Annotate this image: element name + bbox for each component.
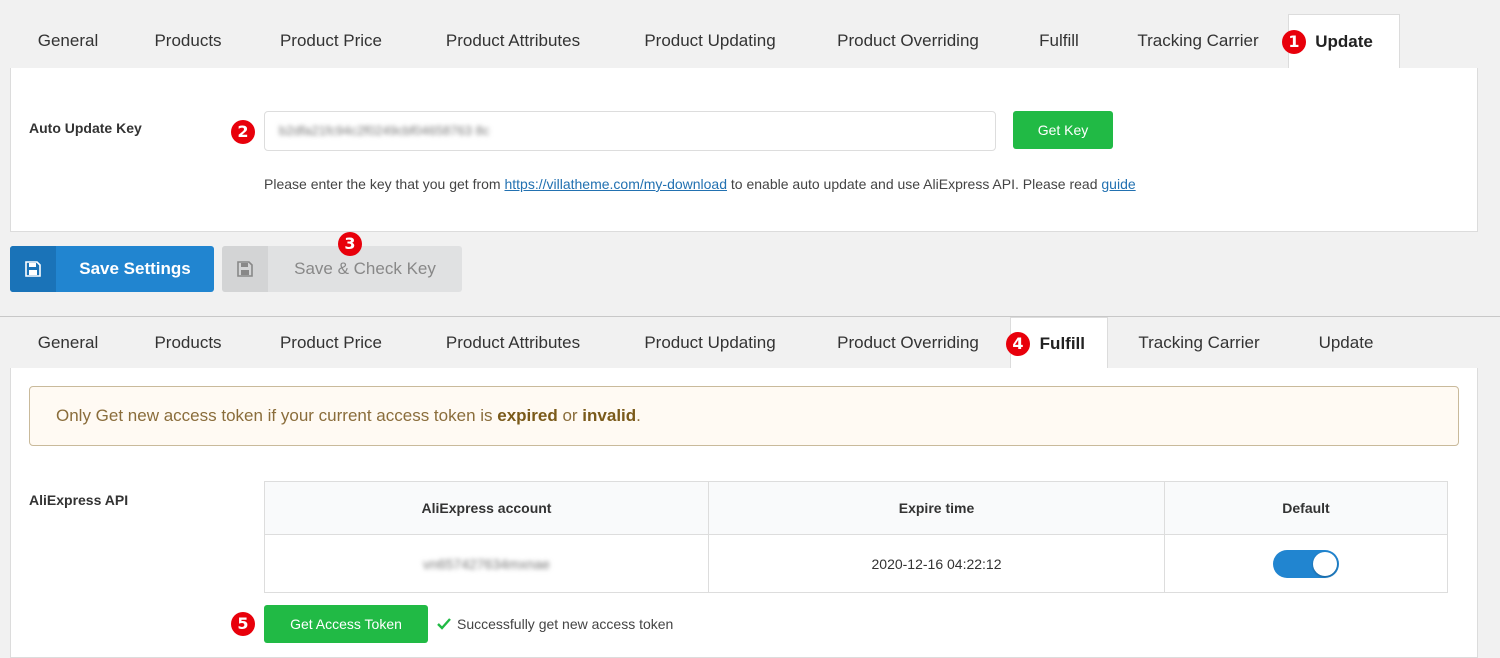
tab-tracking-carrier[interactable]: Tracking Carrier: [1124, 14, 1272, 68]
account-value: vn657427634mxnae: [423, 555, 550, 572]
get-key-button[interactable]: Get Key: [1013, 111, 1113, 149]
token-success-message: Successfully get new access token: [437, 616, 673, 632]
auto-update-key-input[interactable]: b2dfa21fc94c2f0249cbf04658763 8c: [264, 111, 996, 151]
save-settings-label: Save Settings: [79, 259, 191, 278]
update-settings-panel: General Products Product Price Product A…: [0, 0, 1500, 316]
aliexpress-api-table: AliExpress account Expire time Default v…: [264, 481, 1448, 593]
tab-product-attributes[interactable]: Product Attributes: [428, 317, 598, 368]
update-settings-card: Auto Update Key 2 b2dfa21fc94c2f0249cbf0…: [10, 68, 1478, 232]
table-header-row: AliExpress account Expire time Default: [264, 481, 1448, 535]
notice-text-start: Only Get new access token if your curren…: [56, 406, 498, 425]
tab-product-attributes[interactable]: Product Attributes: [428, 14, 598, 68]
save-disk-icon: [222, 246, 268, 292]
tab-general[interactable]: General: [26, 14, 110, 68]
tab-general[interactable]: General: [26, 317, 110, 368]
tab-product-overriding[interactable]: Product Overriding: [820, 14, 996, 68]
toggle-knob: [1313, 551, 1337, 576]
column-header-expire: Expire time: [708, 481, 1165, 535]
fulfill-settings-card: Only Get new access token if your curren…: [10, 368, 1478, 658]
success-text: Successfully get new access token: [457, 616, 674, 632]
table-row: vn657427634mxnae 2020-12-16 04:22:12: [264, 534, 1448, 593]
tab-product-price[interactable]: Product Price: [266, 317, 396, 368]
villatheme-download-link[interactable]: https://villatheme.com/my-download: [504, 176, 727, 192]
save-settings-button[interactable]: Save Settings: [10, 246, 214, 292]
tab-product-overriding[interactable]: Product Overriding: [820, 317, 996, 368]
notice-invalid: invalid: [582, 406, 637, 425]
aliexpress-api-label: AliExpress API: [29, 492, 129, 508]
default-toggle[interactable]: [1273, 549, 1339, 578]
settings-tabbar: General Products Product Price Product A…: [10, 317, 1478, 369]
tab-fulfill[interactable]: Fulfill: [1026, 14, 1092, 68]
get-access-token-button[interactable]: Get Access Token: [264, 605, 428, 643]
notice-text-end: .: [636, 406, 641, 425]
tab-update[interactable]: Update: [1304, 317, 1388, 368]
step-marker-4: 4: [1006, 332, 1030, 356]
check-icon: [437, 618, 451, 630]
step-marker-2: 2: [231, 120, 255, 144]
step-marker-3: 3: [338, 232, 362, 256]
tab-product-updating[interactable]: Product Updating: [628, 14, 792, 68]
notice-text-or: or: [557, 406, 583, 425]
auto-update-help-text: Please enter the key that you get from h…: [264, 176, 1136, 192]
column-header-account: AliExpress account: [264, 481, 709, 535]
help-text-middle: to enable auto update and use AliExpress…: [727, 176, 1102, 192]
fulfill-settings-panel: General Products Product Price Product A…: [0, 316, 1500, 658]
step-marker-5: 5: [231, 612, 255, 636]
access-token-notice: Only Get new access token if your curren…: [29, 386, 1459, 446]
save-check-key-label: Save & Check Key: [294, 259, 436, 278]
key-value-text: b2dfa21fc94c2f0249cbf04658763 8c: [279, 123, 490, 138]
tab-products[interactable]: Products: [140, 14, 236, 68]
auto-update-key-label: Auto Update Key: [29, 120, 142, 136]
column-header-default: Default: [1164, 481, 1448, 535]
tab-products[interactable]: Products: [140, 317, 236, 368]
guide-link[interactable]: guide: [1101, 176, 1135, 192]
settings-tabbar: General Products Product Price Product A…: [10, 14, 1478, 70]
default-cell: [1164, 534, 1448, 593]
expire-time-cell: 2020-12-16 04:22:12: [708, 534, 1165, 593]
help-text-start: Please enter the key that you get from: [264, 176, 505, 192]
save-disk-icon: [10, 246, 56, 292]
account-cell: vn657427634mxnae: [264, 534, 709, 593]
tab-product-price[interactable]: Product Price: [266, 14, 396, 68]
step-marker-1: 1: [1282, 30, 1306, 54]
tab-tracking-carrier[interactable]: Tracking Carrier: [1124, 317, 1274, 368]
notice-expired: expired: [497, 406, 558, 425]
tab-product-updating[interactable]: Product Updating: [628, 317, 792, 368]
